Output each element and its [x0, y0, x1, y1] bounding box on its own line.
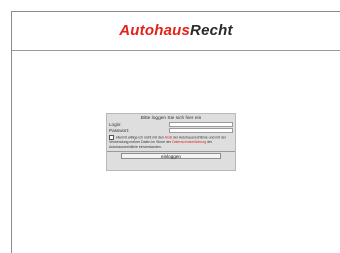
consent-text: Hiermit willige ich nicht mit den AGB de…	[109, 135, 233, 150]
logo-text-recht: Recht	[190, 22, 233, 39]
login-input[interactable]	[169, 122, 233, 127]
login-panel: Bitte loggen Sie sich hier ein Login: Pa…	[106, 113, 236, 171]
password-label: Passwort:	[109, 128, 130, 133]
password-input[interactable]	[169, 128, 233, 133]
header: AutohausRecht	[12, 12, 340, 51]
login-label: Login:	[109, 122, 122, 127]
divider	[107, 151, 235, 153]
login-button[interactable]: einloggen	[121, 153, 221, 160]
consent-text-1: Hiermit willige ich nicht mit den	[115, 135, 164, 140]
agb-link[interactable]: AGB	[165, 135, 172, 139]
logo-text-autohaus: Autohaus	[119, 22, 191, 39]
password-row: Passwort:	[107, 128, 235, 134]
consent-checkbox[interactable]	[109, 135, 114, 140]
privacy-link[interactable]: Datenschutzerklärung	[172, 140, 206, 144]
site-logo[interactable]: AutohausRecht	[119, 22, 232, 39]
